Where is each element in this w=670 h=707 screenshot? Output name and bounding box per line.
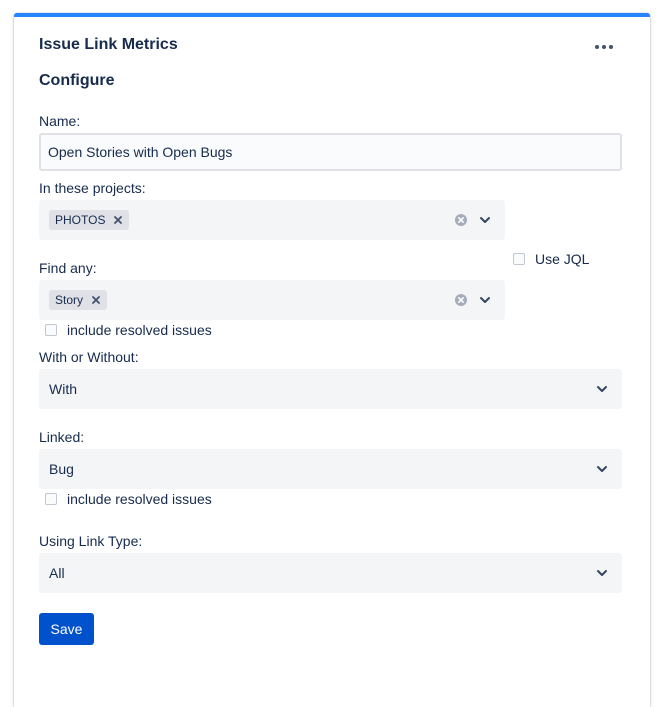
clear-icon[interactable]: [454, 293, 468, 307]
projects-select[interactable]: PHOTOS: [39, 200, 505, 240]
remove-tag-icon[interactable]: [91, 295, 101, 305]
include-resolved-label: include resolved issues: [67, 322, 212, 338]
more-horizontal-icon: [595, 45, 599, 49]
clear-icon[interactable]: [454, 213, 468, 227]
configure-heading: Configure: [39, 72, 115, 89]
checkbox-box[interactable]: [45, 324, 57, 336]
with-without-label: With or Without:: [39, 349, 139, 365]
find-include-resolved-checkbox[interactable]: include resolved issues: [45, 322, 212, 338]
use-jql-label: Use JQL: [535, 251, 590, 267]
linked-include-resolved-checkbox[interactable]: include resolved issues: [45, 491, 212, 507]
find-any-select[interactable]: Story: [39, 280, 505, 320]
issue-link-metrics-gadget: Issue Link Metrics Configure Name: Open …: [14, 13, 650, 707]
more-options-button[interactable]: [592, 39, 616, 55]
chevron-down-icon[interactable]: [594, 565, 610, 581]
link-type-select[interactable]: All: [39, 553, 622, 593]
use-jql-checkbox[interactable]: Use JQL: [513, 251, 589, 267]
issue-type-tag-story: Story: [49, 290, 108, 310]
project-tag-photos: PHOTOS: [49, 210, 130, 230]
chevron-down-icon[interactable]: [594, 461, 610, 477]
more-dot: [602, 45, 606, 49]
find-any-label: Find any:: [39, 260, 97, 276]
checkbox-box[interactable]: [45, 493, 57, 505]
name-input[interactable]: Open Stories with Open Bugs: [39, 133, 622, 171]
project-tag-label: PHOTOS: [55, 213, 106, 227]
with-without-value: With: [49, 381, 77, 397]
name-label: Name:: [39, 113, 81, 129]
projects-label: In these projects:: [39, 180, 146, 196]
include-resolved-label: include resolved issues: [67, 491, 212, 507]
more-dot: [609, 45, 613, 49]
remove-tag-icon[interactable]: [113, 215, 123, 225]
checkbox-box[interactable]: [513, 253, 525, 265]
linked-select[interactable]: Bug: [39, 449, 622, 489]
gadget-title: Issue Link Metrics: [39, 36, 178, 53]
issue-type-tag-label: Story: [55, 293, 84, 307]
chevron-down-icon[interactable]: [477, 292, 493, 308]
save-button[interactable]: Save: [39, 613, 94, 645]
chevron-down-icon[interactable]: [594, 381, 610, 397]
linked-value: Bug: [49, 461, 74, 477]
chevron-down-icon[interactable]: [477, 212, 493, 228]
link-type-label: Using Link Type:: [39, 533, 143, 549]
linked-label: Linked:: [39, 429, 85, 445]
with-without-select[interactable]: With: [39, 369, 622, 409]
link-type-value: All: [49, 565, 65, 581]
